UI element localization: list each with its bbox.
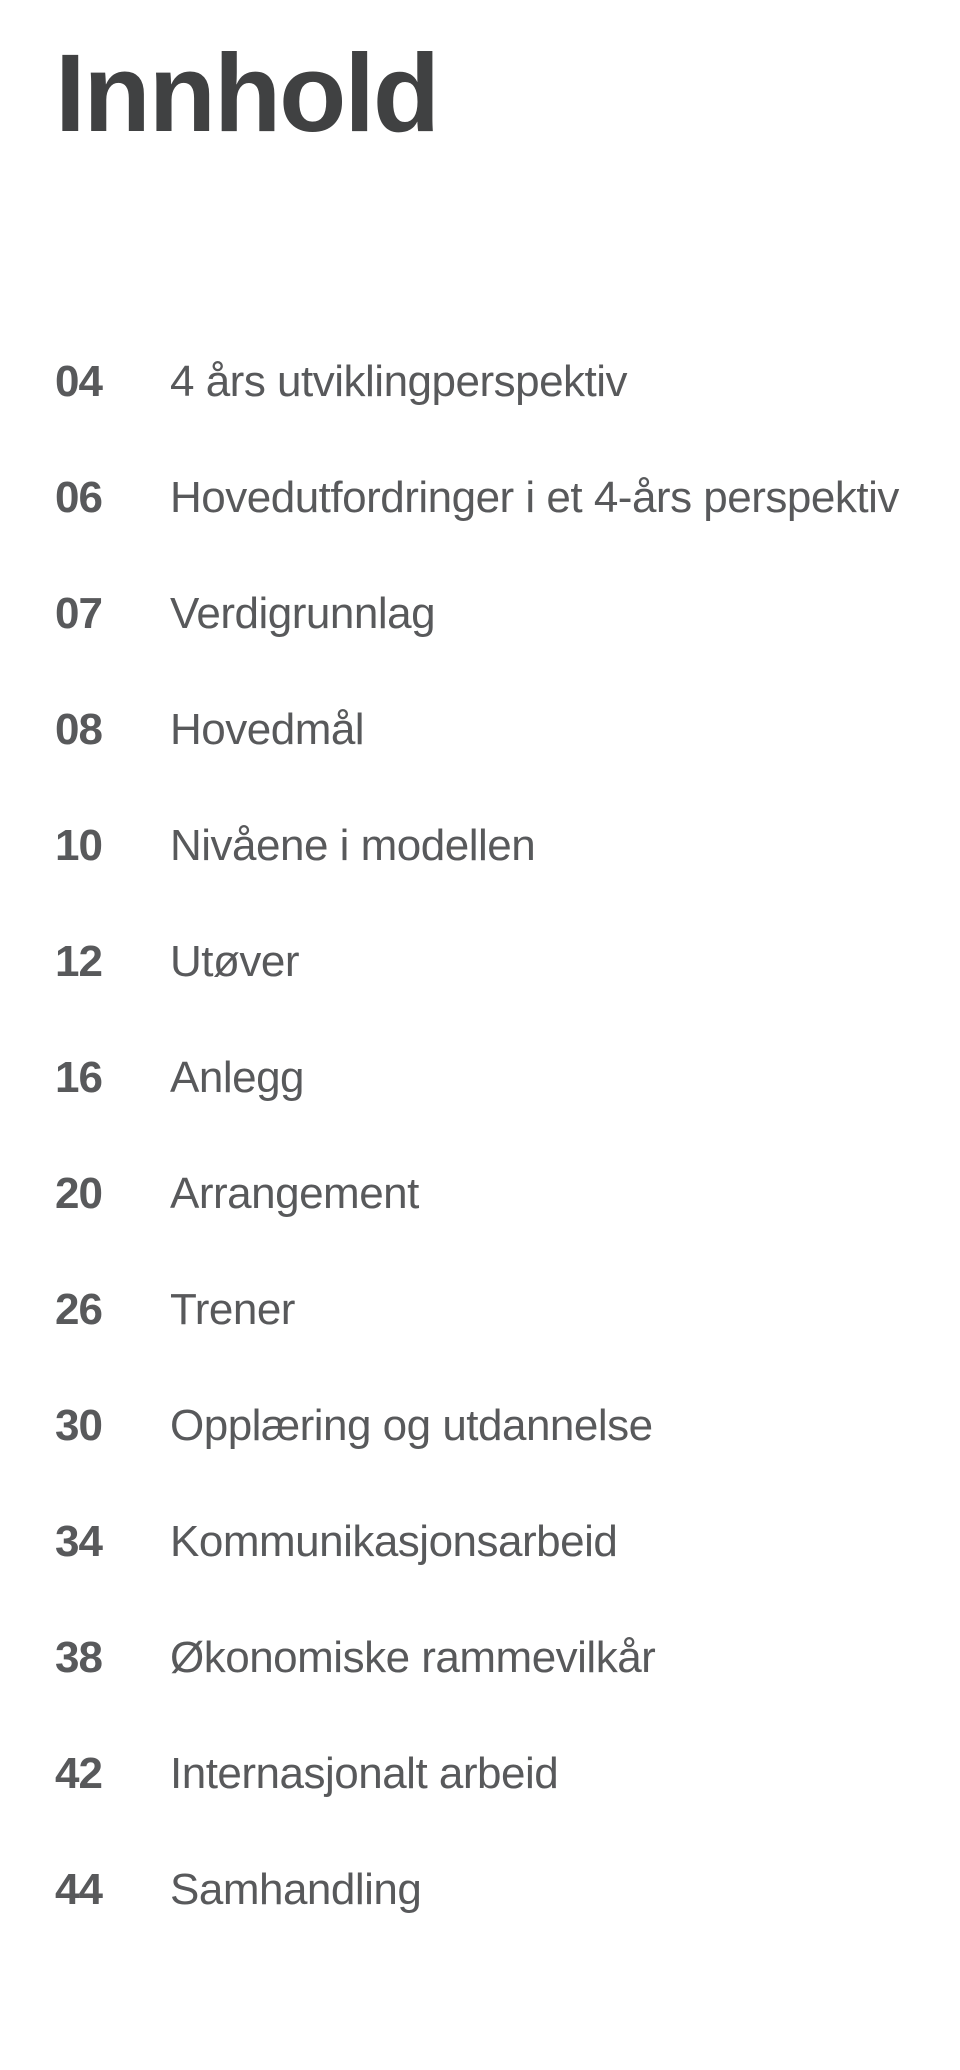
toc-entry-title: Internasjonalt arbeid — [170, 1749, 558, 1799]
table-of-contents: 04 4 års utviklingperspektiv 06 Hovedutf… — [55, 357, 905, 1915]
toc-page-number: 38 — [55, 1633, 170, 1683]
toc-entry-title: Utøver — [170, 937, 299, 987]
toc-entry-title: Arrangement — [170, 1169, 419, 1219]
toc-page-number: 10 — [55, 821, 170, 871]
toc-entry: 10 Nivåene i modellen — [55, 821, 905, 871]
toc-entry-title: Økonomiske rammevilkår — [170, 1633, 655, 1683]
toc-entry-title: Nivåene i modellen — [170, 821, 535, 871]
toc-page-number: 26 — [55, 1285, 170, 1335]
toc-page-number: 30 — [55, 1401, 170, 1451]
toc-page-number: 08 — [55, 705, 170, 755]
toc-page-number: 20 — [55, 1169, 170, 1219]
toc-entry: 38 Økonomiske rammevilkår — [55, 1633, 905, 1683]
toc-page-number: 42 — [55, 1749, 170, 1799]
toc-entry-title: Anlegg — [170, 1053, 304, 1103]
toc-entry: 12 Utøver — [55, 937, 905, 987]
toc-entry: 16 Anlegg — [55, 1053, 905, 1103]
toc-entry-title: Hovedutfordringer i et 4-års perspektiv — [170, 473, 899, 523]
page-title: Innhold — [55, 30, 905, 157]
toc-entry-title: Kommunikasjonsarbeid — [170, 1517, 617, 1567]
toc-entry: 42 Internasjonalt arbeid — [55, 1749, 905, 1799]
toc-page-number: 04 — [55, 357, 170, 407]
toc-entry-title: Hovedmål — [170, 705, 364, 755]
toc-entry: 44 Samhandling — [55, 1865, 905, 1915]
toc-page-number: 12 — [55, 937, 170, 987]
toc-entry: 04 4 års utviklingperspektiv — [55, 357, 905, 407]
toc-page-number: 16 — [55, 1053, 170, 1103]
toc-entry: 08 Hovedmål — [55, 705, 905, 755]
toc-entry: 07 Verdigrunnlag — [55, 589, 905, 639]
toc-page-number: 07 — [55, 589, 170, 639]
toc-entry: 34 Kommunikasjonsarbeid — [55, 1517, 905, 1567]
toc-entry-title: Verdigrunnlag — [170, 589, 435, 639]
toc-page-number: 34 — [55, 1517, 170, 1567]
toc-entry-title: Trener — [170, 1285, 295, 1335]
toc-entry: 30 Opplæring og utdannelse — [55, 1401, 905, 1451]
toc-entry-title: Samhandling — [170, 1865, 421, 1915]
toc-entry: 26 Trener — [55, 1285, 905, 1335]
toc-page-number: 06 — [55, 473, 170, 523]
toc-entry-title: 4 års utviklingperspektiv — [170, 357, 627, 407]
toc-entry: 06 Hovedutfordringer i et 4-års perspekt… — [55, 473, 905, 523]
toc-page-number: 44 — [55, 1865, 170, 1915]
toc-entry-title: Opplæring og utdannelse — [170, 1401, 653, 1451]
toc-entry: 20 Arrangement — [55, 1169, 905, 1219]
